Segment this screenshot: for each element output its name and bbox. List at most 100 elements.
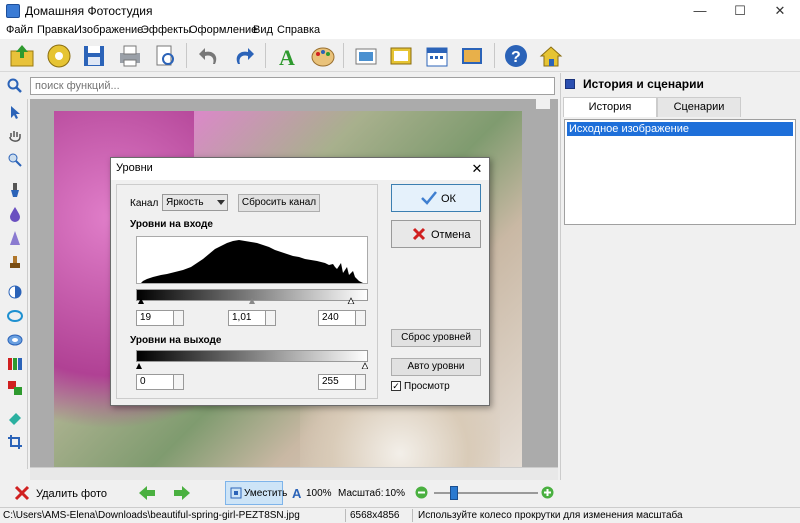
output-levels-label: Уровни на выходе	[130, 335, 222, 346]
input-gamma-spinner[interactable]	[266, 310, 276, 326]
prev-photo-icon[interactable]	[137, 484, 157, 502]
window-title: Домашняя Фотостудия	[25, 4, 153, 18]
stamp-icon[interactable]	[7, 254, 23, 270]
toolbar-separator	[343, 43, 344, 68]
svg-text:?: ?	[511, 49, 521, 66]
color-replace-icon[interactable]	[7, 380, 23, 396]
vertical-scroll-up[interactable]	[536, 99, 550, 109]
collage-icon[interactable]	[458, 42, 486, 70]
input-black-marker	[138, 298, 144, 304]
rgb-icon[interactable]	[7, 356, 23, 372]
zoom-slider-thumb[interactable]	[450, 486, 458, 500]
minimize-button[interactable]: —	[680, 0, 720, 22]
scale-value: 10%	[385, 488, 406, 499]
zoom-out-icon[interactable]	[415, 486, 428, 499]
menu-design[interactable]: Оформление	[189, 24, 257, 36]
toolbar-separator	[265, 43, 266, 68]
output-white-field[interactable]: 255	[318, 374, 356, 390]
chevron-down-icon	[217, 200, 225, 205]
maximize-button[interactable]: ☐	[720, 0, 760, 22]
dialog-close-button[interactable]: ✕	[468, 160, 486, 178]
horizontal-scrollbar[interactable]	[30, 467, 558, 480]
scale-label: Масштаб:	[338, 488, 384, 499]
svg-text:A: A	[279, 45, 295, 70]
search-input[interactable]	[30, 77, 555, 95]
pointer-icon[interactable]	[7, 104, 23, 120]
app-icon	[6, 4, 20, 18]
preview-icon[interactable]	[151, 42, 179, 70]
print-icon[interactable]	[116, 42, 144, 70]
frames-icon[interactable]	[352, 42, 380, 70]
cancel-label: Отмена	[431, 229, 471, 241]
zoom100-icon[interactable]: A	[292, 486, 304, 500]
home-icon[interactable]	[537, 42, 565, 70]
menu-help[interactable]: Справка	[277, 24, 320, 36]
sharpen-icon[interactable]	[7, 230, 23, 246]
status-hint: Используйте колесо прокрутки для изменен…	[418, 510, 683, 521]
reset-channel-button[interactable]: Сбросить канал	[238, 194, 320, 212]
photo-hair	[300, 400, 500, 467]
tab-history[interactable]: История действий	[563, 97, 657, 131]
saturation-icon[interactable]	[7, 308, 23, 324]
drop-icon[interactable]	[7, 206, 23, 222]
redo-icon[interactable]	[230, 42, 258, 70]
output-white-marker	[361, 362, 368, 369]
output-white-spinner[interactable]	[356, 374, 366, 390]
histogram-graph	[141, 240, 363, 283]
text-icon[interactable]: A	[274, 42, 302, 70]
output-slider-marks[interactable]	[136, 362, 368, 369]
delete-photo-button[interactable]: Удалить фото	[36, 488, 107, 500]
input-black-spinner[interactable]	[174, 310, 184, 326]
crop-icon[interactable]	[7, 434, 23, 450]
dialog-title-bar	[111, 158, 489, 180]
history-item[interactable]: Исходное изображение	[567, 122, 793, 136]
brush-icon[interactable]	[7, 182, 23, 198]
auto-levels-button[interactable]: Авто уровни	[391, 358, 481, 376]
help-icon[interactable]: ?	[502, 42, 530, 70]
menu-image[interactable]: Изображение	[74, 24, 143, 36]
reset-levels-button[interactable]: Сброс уровней	[391, 329, 481, 347]
eraser-icon[interactable]	[7, 410, 23, 426]
output-gradient	[136, 350, 368, 362]
contrast-icon[interactable]	[7, 284, 23, 300]
delete-icon[interactable]	[13, 484, 31, 502]
status-path: C:\Users\AMS-Elena\Downloads\beautiful-s…	[3, 510, 300, 521]
panel-title: История и сценарии	[583, 77, 704, 91]
save-icon[interactable]	[80, 42, 108, 70]
menu-view[interactable]: Вид	[253, 24, 273, 36]
close-button[interactable]: ✕	[760, 0, 800, 22]
menu-edit[interactable]: Правка	[37, 24, 74, 36]
toolbar-separator	[494, 43, 495, 68]
menu-file[interactable]: Файл	[6, 24, 33, 36]
channel-value: Яркость	[166, 197, 204, 208]
open-icon[interactable]	[8, 42, 36, 70]
zoom-100-button[interactable]: 100%	[306, 488, 332, 499]
output-black-marker	[136, 363, 142, 369]
zoom-in-icon[interactable]	[541, 486, 554, 499]
input-gamma-marker	[249, 298, 255, 304]
cancel-x-icon	[412, 227, 426, 241]
calendar-icon[interactable]	[423, 42, 451, 70]
input-slider-marks[interactable]	[136, 297, 368, 304]
menu-effects[interactable]: Эффекты	[141, 24, 191, 36]
hand-icon[interactable]	[7, 128, 23, 144]
ok-label: ОК	[441, 193, 456, 205]
zoom-icon[interactable]	[7, 152, 23, 168]
tab-scenarios[interactable]: Сценарии	[657, 97, 741, 117]
output-black-spinner[interactable]	[174, 374, 184, 390]
undo-icon[interactable]	[195, 42, 223, 70]
next-photo-icon[interactable]	[172, 484, 192, 502]
input-white-field[interactable]: 240	[318, 310, 356, 326]
palette-icon[interactable]	[309, 42, 337, 70]
input-black-field[interactable]: 19	[136, 310, 174, 326]
postcard-icon[interactable]	[387, 42, 415, 70]
input-white-spinner[interactable]	[356, 310, 366, 326]
output-black-field[interactable]: 0	[136, 374, 174, 390]
status-separator	[412, 509, 413, 522]
input-gamma-field[interactable]: 1,01	[228, 310, 266, 326]
input-levels-label: Уровни на входе	[130, 219, 213, 230]
preview-checkbox[interactable]: ✓	[391, 381, 401, 391]
tone-icon[interactable]	[7, 332, 23, 348]
film-icon[interactable]	[45, 42, 73, 70]
fit-label: Уместить	[244, 488, 288, 499]
